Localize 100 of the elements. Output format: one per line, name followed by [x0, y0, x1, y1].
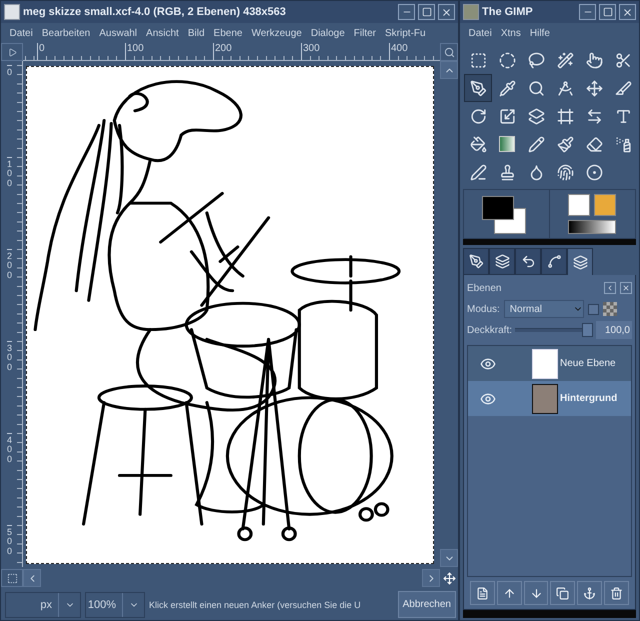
panel-close-button[interactable] [620, 282, 632, 294]
new-layer-button[interactable] [470, 581, 495, 605]
dock-tab[interactable] [541, 248, 567, 275]
close-icon [622, 284, 630, 292]
menu-item[interactable]: Filter [349, 28, 381, 38]
eyedropper-icon [498, 80, 516, 96]
ellipse-select-icon [498, 52, 516, 68]
mode-label: Modus: [467, 304, 500, 314]
mode-select[interactable]: Normal [504, 300, 584, 318]
maximize-button[interactable] [418, 4, 435, 20]
panel-title: Ebenen [467, 282, 502, 294]
status-message: Klick erstellt einen neuen Anker (versuchen Sie die U [149, 600, 362, 610]
menu-item[interactable]: Ansicht [142, 28, 184, 38]
dock-tab[interactable] [515, 248, 541, 275]
menu-item[interactable]: Datei [5, 28, 38, 38]
opacity-field[interactable]: 100,0 [596, 321, 632, 339]
minimize-button[interactable] [579, 4, 596, 20]
opacity-label: Deckkraft: [467, 324, 512, 336]
trash-icon [610, 586, 624, 600]
triangle-icon [8, 48, 16, 56]
stamp-icon [498, 164, 516, 180]
cancel-button[interactable]: Abbrechen [398, 591, 456, 618]
arrow-down-icon [530, 586, 543, 600]
keep-transparency-checkbox[interactable] [588, 304, 599, 314]
menu-item[interactable]: Hilfe [525, 28, 554, 38]
ruler-label: 0 [7, 65, 12, 157]
menu-item[interactable]: Auswahl [94, 28, 142, 38]
menu-item[interactable]: Xtns [496, 28, 526, 38]
scroll-left-button[interactable] [23, 569, 41, 587]
pen-nib-icon [470, 80, 486, 96]
zoom-select[interactable]: 100% [85, 592, 145, 618]
finger-icon [556, 164, 574, 180]
move-icon [586, 80, 602, 96]
dock-tab[interactable] [463, 248, 489, 275]
magic-wand-icon [556, 52, 574, 68]
maximize-button[interactable] [599, 4, 616, 20]
anchor-icon [583, 586, 596, 600]
minimize-button[interactable] [398, 4, 415, 20]
page-icon [476, 586, 489, 600]
copy-icon [556, 586, 570, 600]
raise-layer-button[interactable] [496, 581, 522, 605]
layer-row[interactable]: Neue Ebene [468, 346, 631, 381]
pen-nib-icon [468, 254, 484, 269]
layer-row[interactable]: Hintergrund [468, 381, 631, 416]
undo-icon [520, 254, 536, 269]
menu-item[interactable]: Bearbeiten [37, 28, 95, 38]
tool-button[interactable] [464, 74, 492, 102]
stacked-layers-icon [494, 254, 510, 269]
anchor-layer-button[interactable] [577, 581, 602, 605]
window-title: The GIMP [482, 6, 534, 18]
close-icon [622, 6, 633, 18]
knife-icon [614, 80, 632, 96]
menu-item[interactable]: Ebene [209, 28, 247, 38]
airbrush-icon [614, 136, 632, 152]
zoom-button[interactable] [440, 43, 458, 61]
pencil-icon [528, 136, 544, 152]
paintbrush-icon [556, 136, 574, 152]
lower-layer-button[interactable] [524, 581, 548, 605]
ink-pen-icon [470, 164, 486, 180]
ruler-label: 0 [37, 43, 125, 60]
menu-item[interactable]: Bild [183, 28, 210, 38]
scroll-up-button[interactable] [440, 61, 458, 79]
dock-tab[interactable] [489, 248, 515, 275]
eye-icon [480, 356, 496, 372]
scissors-icon [614, 52, 632, 68]
eye-icon [480, 390, 496, 406]
rectangle-select-icon [470, 52, 486, 68]
eraser-icon [586, 136, 602, 152]
unit-select[interactable]: px [5, 592, 81, 618]
flip-icon [586, 108, 602, 124]
gradient-icon [499, 136, 515, 152]
ruler-label: 400 [7, 433, 12, 525]
close-button[interactable] [619, 4, 636, 20]
menu-item[interactable]: Dialoge [306, 28, 350, 38]
arrow-up-icon [502, 586, 516, 600]
menu-item[interactable]: Skript-Fu [380, 28, 430, 38]
rotate-icon [470, 108, 486, 124]
compass-icon [556, 80, 574, 96]
ruler-label: 100 [125, 43, 213, 60]
ruler-label: 200 [213, 43, 301, 60]
close-button[interactable] [438, 4, 455, 20]
menu-item[interactable]: Werkzeuge [246, 28, 306, 38]
paint-bucket-icon [470, 136, 486, 152]
duplicate-layer-button[interactable] [550, 581, 576, 605]
menu-item[interactable]: Datei [464, 28, 496, 38]
text-icon [614, 108, 632, 124]
close-icon [441, 6, 452, 18]
ruler-label: 300 [301, 43, 389, 60]
app-icon [4, 4, 20, 20]
magnifier-icon [528, 80, 544, 96]
delete-layer-button[interactable] [604, 581, 629, 605]
slider-thumb[interactable] [582, 323, 593, 337]
app-icon [463, 4, 479, 20]
transparency-icon [602, 302, 617, 316]
layer-name: Hintergrund [559, 393, 618, 404]
quick-mask-button[interactable] [1, 569, 23, 587]
maximize-icon [602, 7, 612, 17]
zoom-icon [444, 46, 454, 58]
menu-arrow-button[interactable] [1, 43, 23, 61]
dock-tab[interactable] [567, 248, 593, 275]
